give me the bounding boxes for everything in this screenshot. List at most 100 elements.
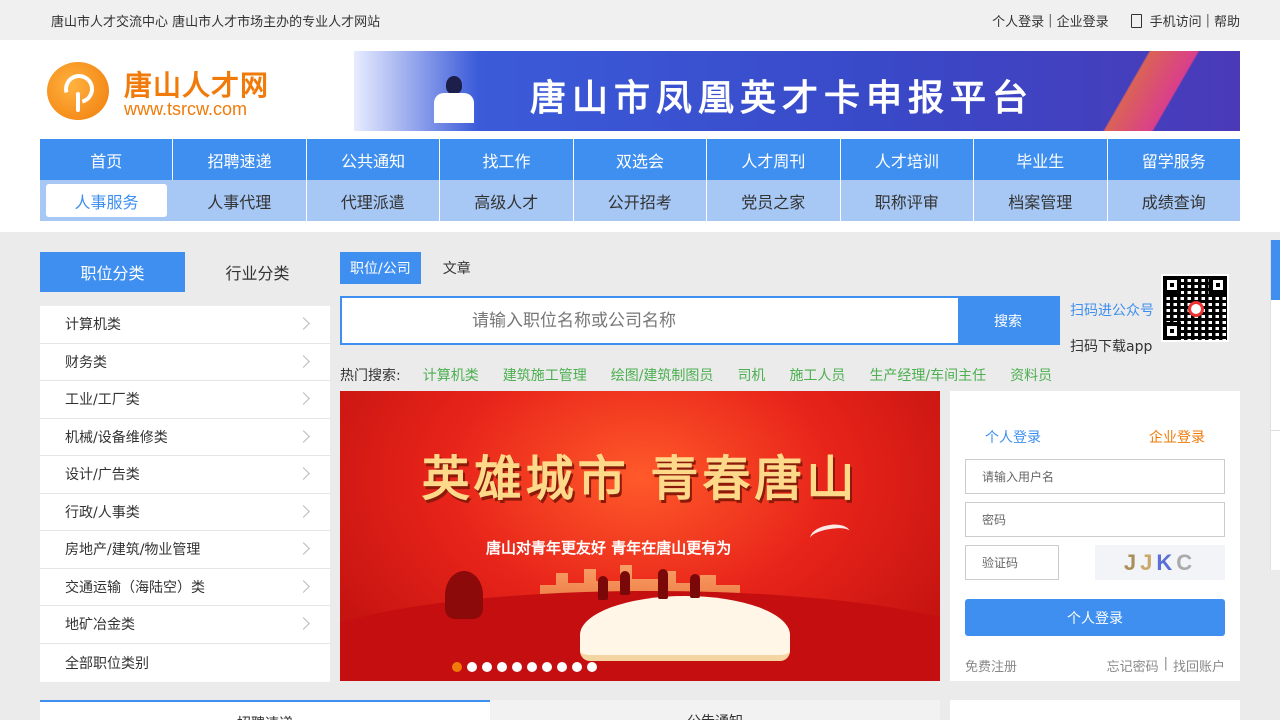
help-link[interactable]: 帮助 — [1214, 11, 1240, 30]
tab-articles[interactable]: 文章 — [433, 252, 481, 284]
nav-item-weekly[interactable]: 人才周刊 — [707, 139, 841, 180]
nav-item-hr-services[interactable]: 人事服务 — [46, 184, 167, 217]
tab-job-company[interactable]: 职位/公司 — [340, 252, 421, 284]
separator: | — [1205, 13, 1210, 28]
chevron-right-icon — [297, 542, 310, 555]
category-item[interactable]: 交通运输（海陆空）类 — [40, 569, 330, 606]
hot-search-term[interactable]: 施工人员 — [789, 365, 845, 385]
hot-search: 热门搜索: 计算机类 建筑施工管理 绘图/建筑制图员 司机 施工人员 生产经理/… — [340, 365, 1076, 385]
nav-item-training[interactable]: 人才培训 — [841, 139, 975, 180]
category-item[interactable]: 房地产/建筑/物业管理 — [40, 531, 330, 569]
register-link[interactable]: 免费注册 — [965, 656, 1017, 675]
hot-search-term[interactable]: 计算机类 — [423, 365, 479, 385]
logo-name: 唐山人才网 — [124, 69, 270, 102]
carousel-dot[interactable] — [452, 662, 462, 672]
top-company-login-link[interactable]: 企业登录 — [1057, 11, 1109, 30]
hot-search-term[interactable]: 生产经理/车间主任 — [869, 365, 986, 385]
captcha-char: C — [1176, 549, 1197, 575]
tab-recruitment-express[interactable]: 招聘速递 — [40, 700, 490, 720]
logo-url: www.tsrcw.com — [124, 99, 248, 119]
captcha-field[interactable] — [965, 545, 1059, 580]
carousel-indicators — [340, 662, 940, 672]
category-item[interactable]: 财务类 — [40, 344, 330, 381]
nav-item-hr-agency[interactable]: 人事代理 — [173, 180, 307, 221]
chevron-right-icon — [297, 504, 310, 518]
carousel-dot[interactable] — [527, 662, 537, 672]
nav-item-dispatch[interactable]: 代理派遣 — [307, 180, 440, 221]
chevron-right-icon — [297, 617, 310, 630]
username-field[interactable] — [965, 459, 1225, 494]
category-item[interactable]: 地矿冶金类 — [40, 606, 330, 644]
hot-search-term[interactable]: 建筑施工管理 — [503, 365, 587, 385]
header-banner[interactable]: 唐山市凤凰英才卡申报平台 — [354, 51, 1240, 131]
bottom-right-panel — [950, 700, 1240, 720]
runner-silhouette-icon — [658, 569, 668, 599]
category-item[interactable]: 工业/工厂类 — [40, 381, 330, 419]
side-float-accent — [1271, 240, 1280, 300]
tab-company-login[interactable]: 企业登录 — [1149, 427, 1205, 447]
side-float-bar[interactable] — [1270, 240, 1280, 570]
personal-login-button[interactable]: 个人登录 — [965, 599, 1225, 636]
carousel-dot[interactable] — [587, 662, 597, 672]
hero-headline: 英雄城市 青春唐山 — [421, 451, 859, 507]
separator: | — [1048, 13, 1053, 28]
top-personal-login-link[interactable]: 个人登录 — [992, 11, 1044, 30]
hot-search-label: 热门搜索: — [340, 368, 401, 384]
nav-item-find-job[interactable]: 找工作 — [440, 139, 574, 180]
mobile-access-link[interactable]: 手机访问 — [1150, 11, 1202, 30]
search-button[interactable]: 搜索 — [958, 298, 1058, 343]
tab-personal-login[interactable]: 个人登录 — [985, 427, 1041, 447]
nav-item-score-query[interactable]: 成绩查询 — [1108, 180, 1241, 221]
divider — [1271, 430, 1280, 431]
hot-search-term[interactable]: 绘图/建筑制图员 — [611, 365, 714, 385]
category-label: 设计/广告类 — [65, 467, 140, 484]
category-item[interactable]: 机械/设备维修类 — [40, 419, 330, 456]
search-box: 搜索 — [340, 296, 1060, 345]
nav-item-public-exam[interactable]: 公开招考 — [574, 180, 707, 221]
nav-item-archives[interactable]: 档案管理 — [974, 180, 1108, 221]
hero-carousel[interactable]: 英雄城市 青春唐山 唐山对青年更友好 青年在唐山更有为 — [340, 391, 940, 681]
carousel-dot[interactable] — [572, 662, 582, 672]
nav-item-job-fair[interactable]: 双选会 — [574, 139, 708, 180]
main-navigation: 首页 招聘速递 公共通知 找工作 双选会 人才周刊 人才培训 毕业生 留学服务 … — [40, 139, 1240, 221]
carousel-dot[interactable] — [542, 662, 552, 672]
site-logo[interactable]: 唐山人才网 www.tsrcw.com — [47, 62, 272, 122]
runner-silhouette-icon — [620, 571, 630, 595]
captcha-image[interactable]: J J K C — [1095, 545, 1225, 580]
carousel-dot[interactable] — [497, 662, 507, 672]
tab-announcements[interactable]: 公告通知 — [490, 700, 940, 720]
recover-account-link[interactable]: 找回账户 — [1173, 656, 1225, 675]
hot-search-term[interactable]: 司机 — [737, 365, 765, 385]
forgot-password-link[interactable]: 忘记密码 — [1107, 656, 1159, 675]
carousel-dot[interactable] — [512, 662, 522, 672]
carousel-dot[interactable] — [467, 662, 477, 672]
nav-item-study-abroad[interactable]: 留学服务 — [1108, 139, 1240, 180]
runner-silhouette-icon — [690, 574, 700, 598]
category-item[interactable]: 计算机类 — [40, 306, 330, 344]
nav-item-party-home[interactable]: 党员之家 — [707, 180, 841, 221]
dove-icon — [808, 521, 852, 549]
nav-item-notices[interactable]: 公共通知 — [307, 139, 441, 180]
category-label: 地矿冶金类 — [65, 617, 135, 634]
bottom-tabs: 招聘速递 公告通知 — [40, 700, 940, 720]
login-panel: 个人登录 企业登录 J J K C 个人登录 免费注册 忘记密码 | 找回账户 — [950, 391, 1240, 681]
search-input[interactable] — [342, 298, 960, 343]
nav-item-title-review[interactable]: 职称评审 — [841, 180, 974, 221]
carousel-dot[interactable] — [482, 662, 492, 672]
nav-item-senior-talent[interactable]: 高级人才 — [440, 180, 574, 221]
nav-item-home[interactable]: 首页 — [40, 139, 174, 180]
captcha-char: J — [1123, 549, 1141, 575]
tab-job-category[interactable]: 职位分类 — [40, 252, 185, 292]
qr-follow-link[interactable]: 扫码进公众号 — [1070, 300, 1154, 320]
category-label: 行政/人事类 — [65, 504, 140, 521]
carousel-dot[interactable] — [557, 662, 567, 672]
hot-search-term[interactable]: 资料员 — [1010, 365, 1052, 385]
nav-item-graduates[interactable]: 毕业生 — [974, 139, 1108, 180]
category-item[interactable]: 行政/人事类 — [40, 494, 330, 531]
password-field[interactable] — [965, 502, 1225, 537]
all-categories-link[interactable]: 全部职位类别 — [40, 644, 330, 682]
nav-item-recruitment[interactable]: 招聘速递 — [173, 139, 307, 180]
chevron-right-icon — [297, 392, 310, 405]
category-item[interactable]: 设计/广告类 — [40, 456, 330, 494]
tab-industry-category[interactable]: 行业分类 — [185, 252, 330, 292]
